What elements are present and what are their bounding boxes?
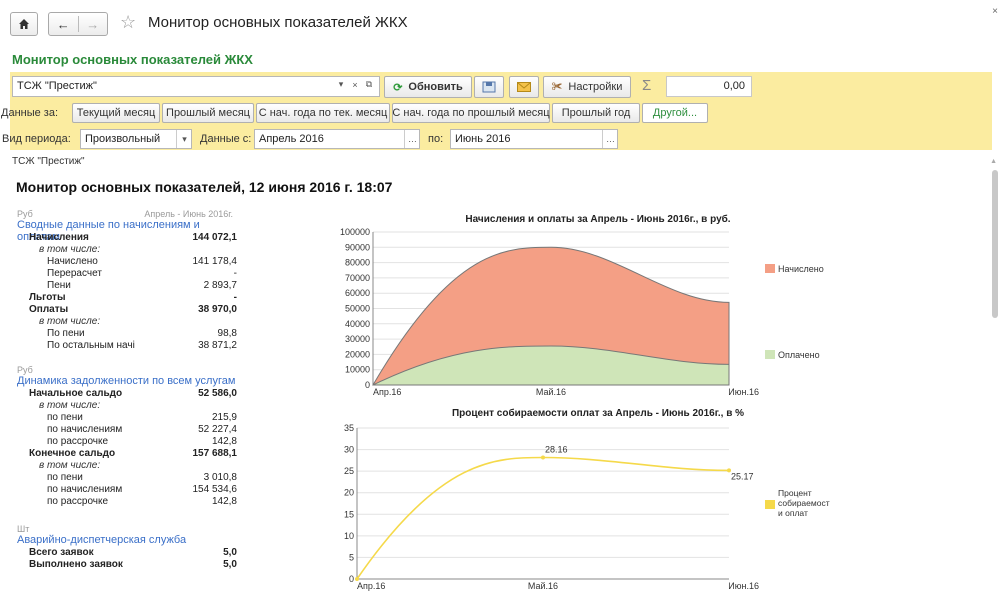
chart-title: Процент собираемости оплат за Апрель - И… <box>452 407 744 419</box>
y-tick-label: 20000 <box>345 349 370 359</box>
y-tick-label: 90000 <box>345 242 370 252</box>
line-series-0 <box>356 456 730 580</box>
x-tick-label: Апр.16 <box>357 581 385 591</box>
y-tick-label: 70000 <box>345 273 370 283</box>
y-tick-label: 100000 <box>340 227 370 237</box>
x-tick-label: Апр.16 <box>373 387 401 397</box>
x-tick-label: Июн.16 <box>728 387 759 397</box>
charts-area: Начисления и оплаты за Апрель - Июнь 201… <box>340 213 830 591</box>
y-tick-label: 35 <box>344 423 354 433</box>
data-point <box>541 455 545 460</box>
y-tick-label: 5 <box>349 552 354 562</box>
y-tick-label: 10 <box>344 531 354 541</box>
x-tick-label: Май.16 <box>528 581 558 591</box>
y-tick-label: 30000 <box>345 334 370 344</box>
legend-label: Оплачено <box>778 350 820 360</box>
y-tick-label: 50000 <box>345 304 370 314</box>
data-label: 28.16 <box>545 445 568 455</box>
legend-swatch <box>765 500 775 509</box>
data-label: 25.17 <box>731 471 754 481</box>
y-tick-label: 60000 <box>345 288 370 298</box>
x-tick-label: Июн.16 <box>728 581 759 591</box>
scrollbar-thumb[interactable] <box>992 170 998 318</box>
y-tick-label: 0 <box>349 574 354 584</box>
legend-swatch <box>765 350 775 359</box>
legend-swatch <box>765 264 775 273</box>
y-tick-label: 40000 <box>345 319 370 329</box>
chart-title: Начисления и оплаты за Апрель - Июнь 201… <box>465 213 730 225</box>
legend-label: Начислено <box>778 264 824 274</box>
y-tick-label: 80000 <box>345 258 370 268</box>
scroll-up-arrow[interactable]: ▲ <box>990 158 997 165</box>
data-point <box>355 577 359 581</box>
y-tick-label: 30 <box>344 445 354 455</box>
legend-label: собираемост <box>778 498 830 508</box>
y-tick-label: 25 <box>344 466 354 476</box>
y-tick-label: 10000 <box>345 365 370 375</box>
y-tick-label: 15 <box>344 509 354 519</box>
x-tick-label: Май.16 <box>536 387 566 397</box>
y-tick-label: 20 <box>344 488 354 498</box>
y-tick-label: 0 <box>365 380 370 390</box>
legend-label: Процент <box>778 488 812 498</box>
legend-label: и оплат <box>778 508 808 518</box>
